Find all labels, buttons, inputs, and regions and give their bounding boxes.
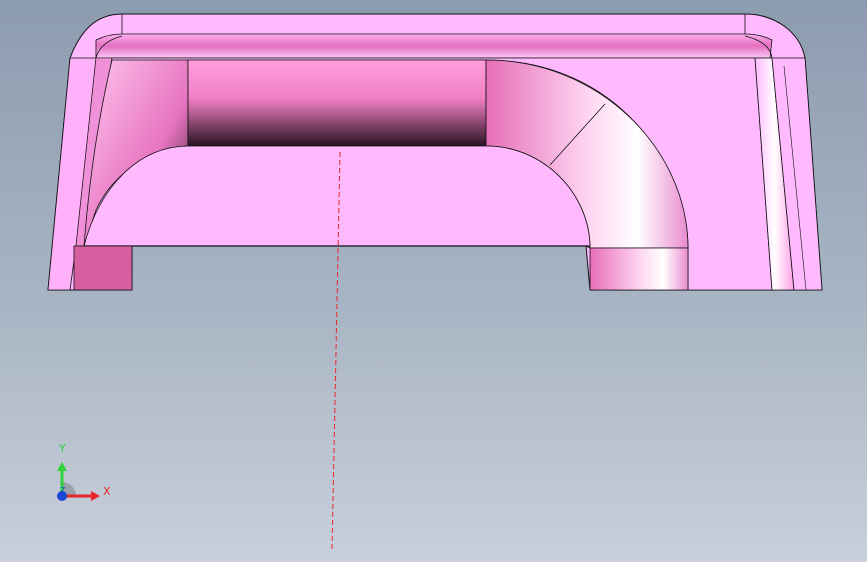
part-model[interactable] — [0, 0, 867, 562]
left-foot — [73, 245, 133, 291]
tube-surface — [187, 59, 487, 147]
3d-viewport[interactable]: Y X Z — [0, 0, 867, 562]
tube-leg — [589, 247, 689, 291]
top-rim — [95, 33, 773, 59]
y-axis-label: Y — [59, 442, 66, 455]
z-axis-label: Z — [60, 486, 66, 495]
cutout-face — [83, 145, 591, 249]
x-axis-label: X — [103, 485, 111, 498]
triad-graphic — [57, 462, 100, 501]
axis-triad: Y X Z — [40, 438, 120, 518]
